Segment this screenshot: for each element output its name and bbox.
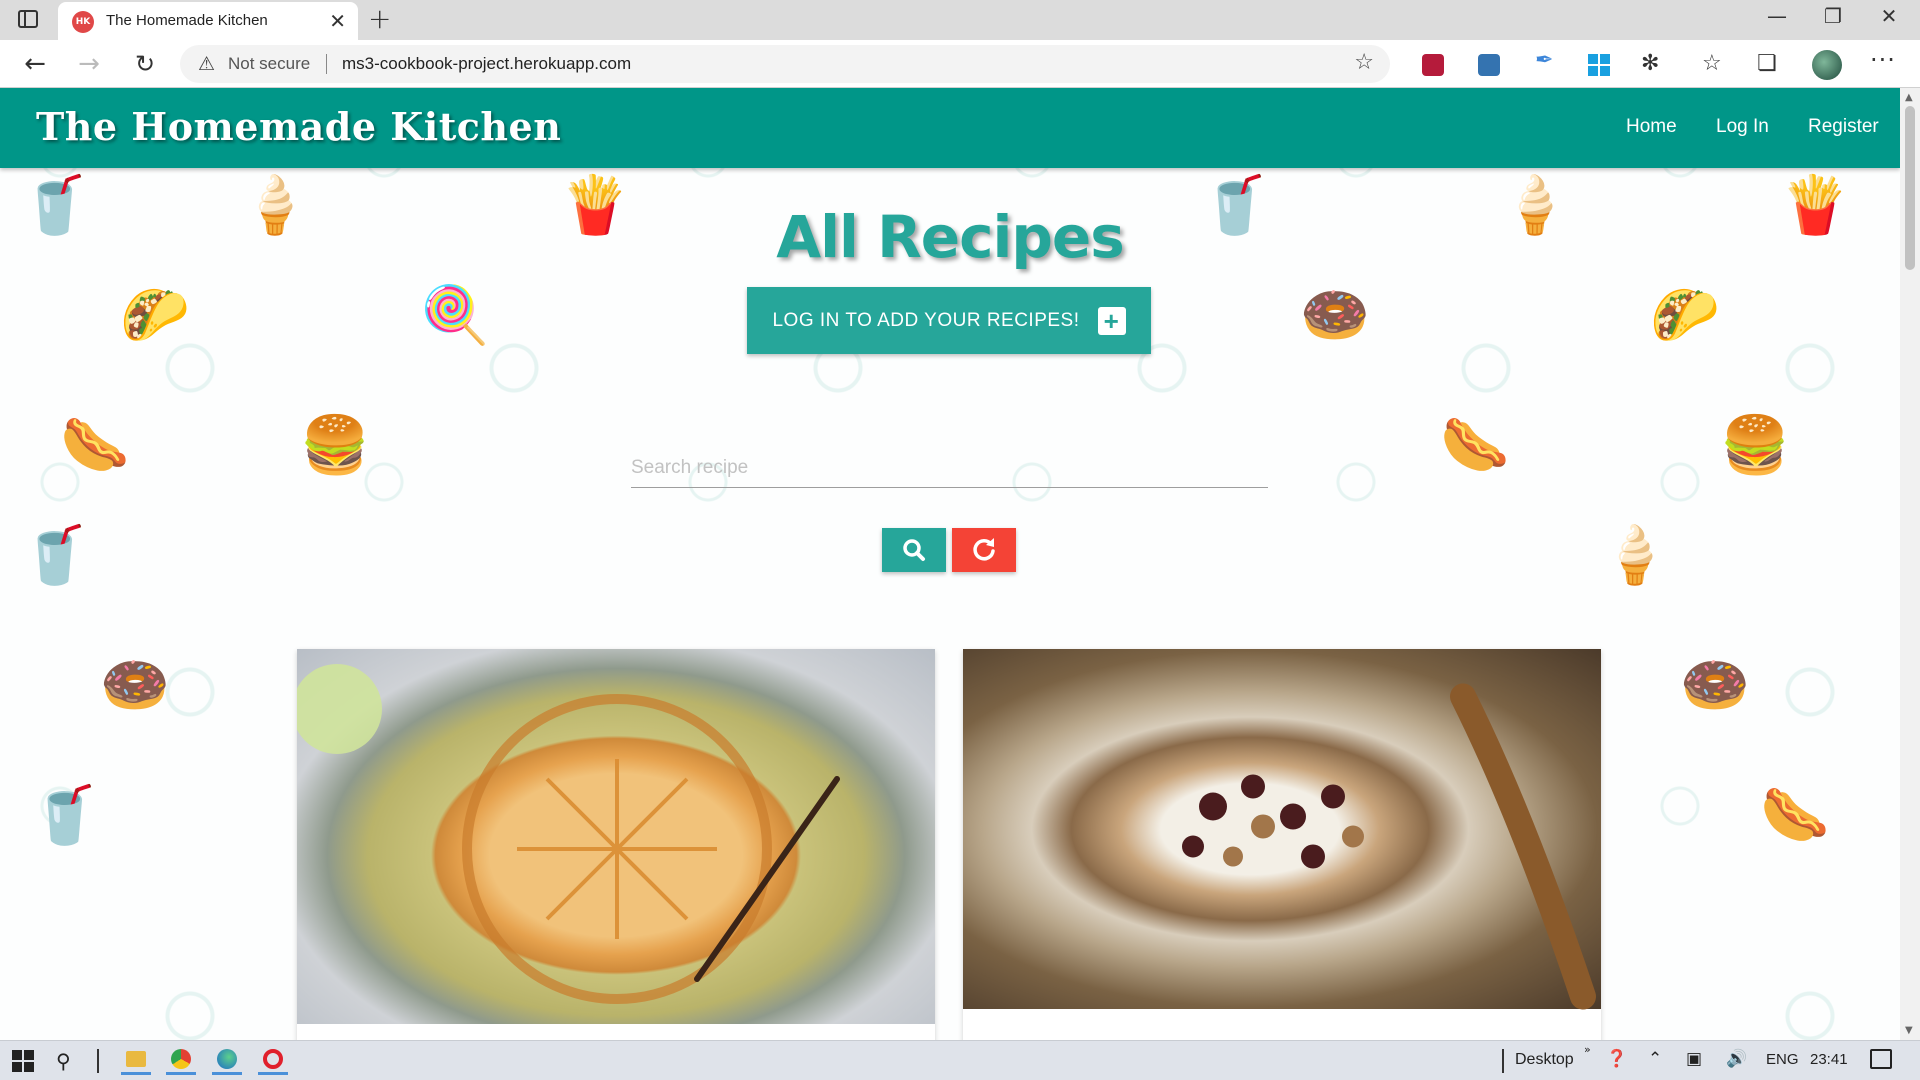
granola-toppings-illustration [1182,683,1596,1010]
favorites-icon[interactable]: ☆ [1702,48,1722,80]
page-scrollbar[interactable]: ▲ ▼ [1900,88,1920,1040]
add-button-label: LOG IN TO ADD YOUR RECIPES! [772,309,1080,331]
granola-bowl-photo[interactable] [963,649,1601,1010]
background-donut-icon: 🍩 [1300,283,1370,348]
background-taco-icon: 🌮 [1650,283,1720,348]
forward-arrow-icon[interactable]: → [72,48,106,80]
edge-icon[interactable] [212,1047,242,1075]
minimize-window-icon[interactable]: — [1750,4,1804,28]
background-popsicle-icon: 🍭 [420,283,490,348]
system-clock[interactable]: 23:41 [1810,1051,1848,1068]
apple-tart-photo[interactable] [297,649,935,1024]
input-language[interactable]: ENG [1766,1051,1799,1068]
nav-home-link[interactable]: Home [1626,116,1677,138]
scroll-down-arrow-icon[interactable]: ▼ [1905,1025,1913,1036]
browser-tab[interactable]: HK The Homemade Kitchen ✕ [58,2,358,40]
tab-title: The Homemade Kitchen [106,12,268,29]
page-viewport: 🥤 🍦 🍟 🥤 🍦 🍟 🌮 🍭 🍩 🌮 🌭 🍔 🌭 🍔 🥤 🍦 🍩 🍩 🥤 🌭 … [0,88,1900,1040]
background-donut-icon: 🍩 [1680,653,1750,718]
scroll-up-arrow-icon[interactable]: ▲ [1905,92,1913,103]
background-burger-icon: 🍔 [1720,413,1790,478]
extension-windows-icon[interactable] [1588,54,1610,76]
url-text[interactable]: ms3-cookbook-project.herokuapp.com [342,54,631,74]
page-title: All Recipes [776,203,1124,271]
login-to-add-recipes-button[interactable]: LOG IN TO ADD YOUR RECIPES! + [747,287,1151,354]
search-button[interactable] [882,528,946,572]
reload-icon[interactable]: ↻ [128,48,162,80]
profile-avatar[interactable] [1812,50,1842,80]
recipe-card[interactable] [297,649,935,1040]
collections-icon[interactable]: ❏ [1757,48,1777,80]
tart-slices-illustration [297,664,840,1004]
background-hotdog-icon: 🌭 [1440,413,1510,478]
extension-feather-icon[interactable]: ✒ [1535,48,1557,73]
windows-taskbar: ⚲ Desktop » ❓ ⌃ ▣ 🔊 ENG 23:41 [0,1040,1920,1080]
site-brand-logo[interactable]: The Homemade Kitchen [36,104,561,149]
address-bar[interactable]: ⚠ Not secure ms3-cookbook-project.heroku… [180,45,1390,83]
new-tab-icon[interactable]: + [368,2,391,35]
extension-square-icon[interactable] [1478,54,1500,76]
scrollbar-thumb[interactable] [1905,106,1915,270]
notifications-icon[interactable] [1870,1049,1892,1069]
opera-icon[interactable] [258,1047,288,1075]
close-window-icon[interactable]: ✕ [1862,4,1916,28]
extension-coupon-icon[interactable] [1422,54,1444,76]
nav-register-link[interactable]: Register [1808,116,1879,138]
background-taco-icon: 🌮 [120,283,190,348]
taskbar-divider [1502,1049,1504,1073]
chrome-icon[interactable] [166,1047,196,1075]
refresh-icon [973,538,995,561]
search-recipe-input[interactable] [631,448,1268,488]
network-icon[interactable]: ▣ [1686,1049,1702,1069]
desktop-toolbar-label[interactable]: Desktop [1515,1051,1574,1069]
taskbar-divider [97,1049,99,1073]
browser-tab-bar: HK The Homemade Kitchen ✕ + — ❐ ✕ [0,0,1920,40]
help-icon[interactable]: ❓ [1606,1049,1627,1069]
security-label[interactable]: Not secure [228,54,310,74]
background-donut-icon: 🍩 [100,653,170,718]
browser-toolbar: ← → ↻ ⚠ Not secure ms3-cookbook-project.… [0,40,1920,88]
site-favicon-icon: HK [72,11,94,33]
background-burger-icon: 🍔 [300,413,370,478]
recipe-card[interactable] [963,649,1601,1040]
nav-login-link[interactable]: Log In [1716,116,1769,138]
show-hidden-icons-chevron-icon[interactable]: ⌃ [1648,1049,1662,1069]
tab-actions-icon[interactable] [18,10,38,28]
plus-square-icon: + [1097,306,1126,335]
background-cup-icon: 🥤 [20,523,90,588]
site-navbar: The Homemade Kitchen Home Log In Registe… [0,88,1900,168]
magnifier-icon [903,539,925,561]
toolbar-expand-icon[interactable]: » [1584,1043,1591,1056]
windows-start-icon[interactable] [12,1050,34,1072]
background-icecream-icon: 🍦 [1600,523,1670,588]
volume-icon[interactable]: 🔊 [1726,1049,1747,1069]
url-separator [326,54,327,74]
close-tab-icon[interactable]: ✕ [329,9,346,33]
add-favorite-icon[interactable]: ☆ [1354,50,1374,75]
background-cup-icon: 🥤 [30,783,100,848]
extensions-puzzle-icon[interactable]: ✻ [1641,48,1659,80]
background-hotdog-icon: 🌭 [1760,783,1830,848]
restore-window-icon[interactable]: ❐ [1806,4,1860,28]
warning-icon[interactable]: ⚠ [198,53,215,75]
more-menu-icon[interactable]: ··· [1870,46,1896,74]
file-explorer-icon[interactable] [121,1047,151,1075]
back-arrow-icon[interactable]: ← [18,48,52,80]
taskbar-search-icon[interactable]: ⚲ [56,1047,71,1075]
reset-search-button[interactable] [952,528,1016,572]
background-hotdog-icon: 🌭 [60,413,130,478]
